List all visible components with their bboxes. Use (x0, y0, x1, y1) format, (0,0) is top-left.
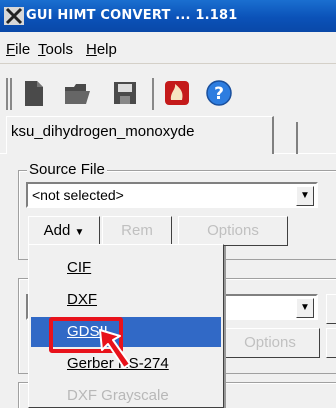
cursor-arrow-icon (99, 329, 131, 369)
toolbar-grip[interactable] (6, 78, 8, 110)
menu-file[interactable]: File (6, 41, 30, 58)
x-logo-icon (4, 7, 24, 25)
tab-label: ksu_dihydrogen_monoxyde (11, 123, 195, 140)
source-file-selected: <not selected> (32, 187, 124, 203)
source-file-combo[interactable]: <not selected> ▼ (26, 182, 318, 208)
menu-item-dxf-grayscale[interactable]: DXF Grayscale (31, 381, 221, 408)
menu-help-rest: elp (96, 41, 117, 58)
title-bar[interactable]: GUI HIMT CONVERT ... 1.181 (0, 0, 336, 32)
source-file-legend: Source File (27, 161, 107, 178)
toolbar-grip-2[interactable] (10, 78, 12, 110)
source-options-label: Options (207, 222, 259, 239)
menu-item-dxf-label: DXF (67, 291, 97, 308)
menu-tools-rest: ools (45, 41, 74, 58)
chevron-down-icon-2[interactable]: ▼ (296, 298, 314, 318)
menu-bar: File Tools Help (0, 36, 336, 64)
second-options-button[interactable]: Options (220, 328, 320, 358)
menu-item-cif-label: CIF (67, 259, 92, 276)
tab-ksu-dihydrogen-monoxyde[interactable]: ksu_dihydrogen_monoxyde (6, 116, 274, 154)
menu-file-rest: ile (15, 41, 31, 58)
rem-button[interactable]: Rem (102, 216, 172, 246)
help-question-icon[interactable]: ? (204, 78, 234, 108)
tab-strip: ksu_dihydrogen_monoxyde (0, 114, 336, 154)
add-button[interactable]: Add ▼ (28, 216, 100, 246)
rem-button-label: Rem (121, 222, 153, 239)
add-button-label: Add (43, 222, 71, 239)
tab-separator (296, 122, 298, 154)
menu-help[interactable]: Help (86, 41, 117, 58)
menu-item-cif[interactable]: CIF (31, 253, 221, 283)
new-document-icon[interactable] (18, 78, 48, 108)
save-disk-icon[interactable] (110, 78, 140, 108)
toolbar-separator (152, 78, 154, 110)
side-button-top[interactable] (326, 294, 336, 324)
fire-logo-icon[interactable] (162, 78, 192, 108)
menu-item-dxf-grayscale-label: DXF Grayscale (67, 387, 169, 404)
side-button-bottom[interactable] (326, 328, 336, 358)
chevron-down-icon[interactable]: ▼ (296, 186, 314, 206)
menu-tools[interactable]: Tools (38, 41, 73, 58)
menu-item-dxf[interactable]: DXF (31, 285, 221, 315)
open-folder-icon[interactable] (62, 78, 92, 108)
second-options-label: Options (244, 334, 296, 351)
window-title: GUI HIMT CONVERT ... 1.181 (26, 8, 238, 23)
svg-text:?: ? (214, 84, 224, 104)
caret-down-icon: ▼ (74, 227, 85, 238)
source-options-button[interactable]: Options (178, 216, 288, 246)
toolbar: ? (0, 72, 336, 112)
